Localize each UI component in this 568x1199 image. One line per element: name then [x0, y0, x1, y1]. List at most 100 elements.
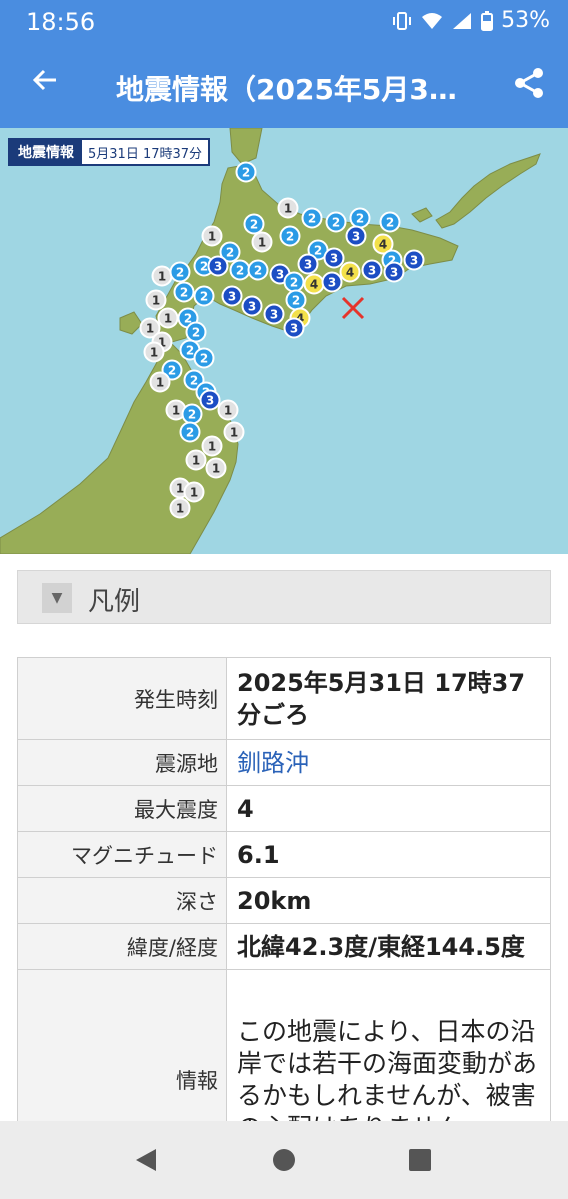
row-key: 震源地 [17, 739, 227, 786]
intensity-marker-1: 1 [145, 289, 167, 311]
intensity-marker-2: 2 [247, 259, 269, 281]
svg-text:3: 3 [276, 268, 284, 282]
svg-text:2: 2 [200, 260, 208, 274]
intensity-marker-2: 2 [301, 207, 323, 229]
intensity-marker-2: 2 [243, 213, 265, 235]
app-bar: 地震情報（2025年5月3… [0, 44, 568, 128]
row-value: 2025年5月31日 17時37分ごろ [226, 657, 551, 740]
intensity-marker-3: 3 [403, 249, 425, 271]
svg-text:1: 1 [230, 426, 238, 440]
intensity-marker-3: 3 [207, 255, 229, 277]
svg-text:2: 2 [254, 264, 262, 278]
svg-text:3: 3 [330, 252, 338, 266]
intensity-marker-2: 2 [349, 207, 371, 229]
svg-text:2: 2 [200, 290, 208, 304]
svg-text:2: 2 [186, 426, 194, 440]
svg-text:4: 4 [346, 266, 354, 280]
intensity-marker-1: 1 [185, 449, 207, 471]
intensity-marker-3: 3 [323, 247, 345, 269]
table-row: 緯度/経度 北緯42.3度/東経144.5度 [17, 923, 551, 970]
intensity-marker-2: 2 [193, 285, 215, 307]
nav-recents-button[interactable] [408, 1147, 432, 1177]
intensity-marker-3: 3 [221, 285, 243, 307]
svg-text:2: 2 [188, 408, 196, 422]
intensity-marker-2: 2 [181, 403, 203, 425]
intensity-marker-1: 1 [277, 197, 299, 219]
system-nav-bar [0, 1121, 568, 1199]
back-arrow-icon [32, 69, 56, 91]
svg-text:3: 3 [228, 290, 236, 304]
svg-text:2: 2 [200, 352, 208, 366]
triangle-down-icon: ▼ [42, 583, 72, 613]
svg-text:2: 2 [386, 216, 394, 230]
svg-text:2: 2 [242, 166, 250, 180]
intensity-marker-2: 2 [379, 211, 401, 233]
intensity-marker-4: 4 [303, 273, 325, 295]
nav-back-button[interactable] [134, 1147, 158, 1177]
earthquake-info-table: 発生時刻 2025年5月31日 17時37分ごろ 震源地 釧路沖 最大震度 4 … [17, 657, 551, 1190]
svg-text:2: 2 [226, 246, 234, 260]
intensity-marker-1: 1 [157, 307, 179, 329]
back-button[interactable] [30, 64, 60, 104]
svg-text:2: 2 [356, 212, 364, 226]
svg-text:3: 3 [206, 394, 214, 408]
intensity-marker-3: 3 [263, 303, 285, 325]
earthquake-map[interactable]: 2122222112234232312232233243322343123324… [0, 128, 568, 554]
intensity-marker-2: 2 [173, 281, 195, 303]
intensity-marker-3: 3 [361, 259, 383, 281]
svg-text:3: 3 [248, 300, 256, 314]
intensity-marker-3: 3 [199, 389, 221, 411]
epicenter-link[interactable]: 釧路沖 [226, 739, 551, 786]
intensity-marker-1: 1 [151, 265, 173, 287]
intensity-marker-1: 1 [217, 399, 239, 421]
svg-text:1: 1 [158, 270, 166, 284]
epicenter-marker-icon [341, 296, 365, 320]
table-row: 震源地 釧路沖 [17, 739, 551, 786]
intensity-marker-1: 1 [201, 225, 223, 247]
intensity-marker-3: 3 [283, 317, 305, 339]
intensity-marker-3: 3 [321, 271, 343, 293]
intensity-marker-2: 2 [229, 259, 251, 281]
svg-text:3: 3 [368, 264, 376, 278]
svg-text:1: 1 [192, 454, 200, 468]
svg-text:1: 1 [146, 322, 154, 336]
svg-text:3: 3 [270, 308, 278, 322]
row-value: 20km [226, 877, 551, 924]
svg-text:3: 3 [214, 260, 222, 274]
nav-home-icon [273, 1149, 295, 1171]
table-row: マグニチュード 6.1 [17, 831, 551, 878]
svg-text:1: 1 [172, 404, 180, 418]
intensity-marker-2: 2 [285, 289, 307, 311]
battery-percent: 53% [501, 8, 550, 33]
svg-text:2: 2 [332, 216, 340, 230]
table-row: 最大震度 4 [17, 785, 551, 832]
svg-text:3: 3 [410, 254, 418, 268]
svg-text:2: 2 [290, 276, 298, 290]
intensity-marker-1: 1 [205, 457, 227, 479]
intensity-marker-3: 3 [297, 253, 319, 275]
svg-text:1: 1 [258, 236, 266, 250]
svg-text:2: 2 [250, 218, 258, 232]
signal-icon [453, 12, 472, 29]
nav-home-button[interactable] [272, 1147, 296, 1177]
row-key: 深さ [17, 877, 227, 924]
svg-text:3: 3 [304, 258, 312, 272]
intensity-marker-1: 1 [251, 231, 273, 253]
svg-text:3: 3 [328, 276, 336, 290]
share-button[interactable] [512, 66, 546, 104]
svg-text:2: 2 [176, 266, 184, 280]
svg-text:2: 2 [292, 294, 300, 308]
intensity-marker-2: 2 [185, 321, 207, 343]
legend-label: 凡例 [88, 587, 141, 617]
intensity-marker-2: 2 [279, 225, 301, 247]
nav-recents-icon [409, 1149, 431, 1171]
legend-toggle[interactable]: ▼ 凡例 [17, 570, 551, 624]
row-key: 最大震度 [17, 785, 227, 832]
page-title: 地震情報（2025年5月3… [116, 73, 457, 106]
svg-text:1: 1 [152, 294, 160, 308]
intensity-marker-3: 3 [345, 225, 367, 247]
svg-text:1: 1 [190, 486, 198, 500]
intensity-marker-2: 2 [193, 347, 215, 369]
row-key: 発生時刻 [17, 657, 227, 740]
battery-icon [481, 10, 494, 31]
